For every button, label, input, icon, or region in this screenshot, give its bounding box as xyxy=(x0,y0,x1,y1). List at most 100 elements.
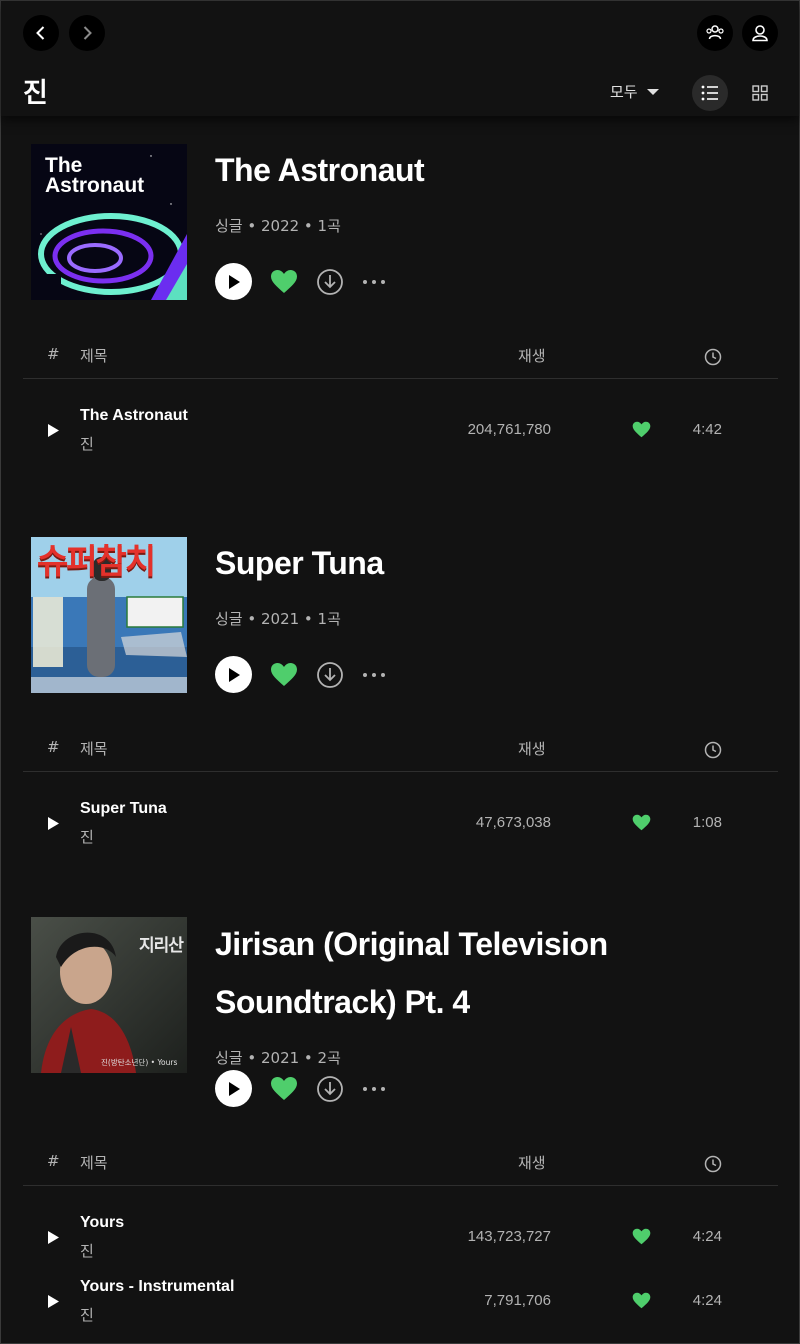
track-title[interactable]: Yours - Instrumental xyxy=(80,1278,234,1296)
list-view-button[interactable] xyxy=(692,75,728,111)
track-duration: 4:42 xyxy=(692,421,722,438)
more-icon xyxy=(363,1086,385,1091)
download-icon xyxy=(317,268,343,295)
grid-view-icon xyxy=(752,85,768,101)
track-row[interactable]: Yours - Instrumental 진 7,791,706 4:24 xyxy=(23,1272,778,1332)
column-number: # xyxy=(47,345,60,363)
track-table-header: # 제목 재생 xyxy=(23,1150,778,1186)
track-title[interactable]: Yours xyxy=(80,1214,124,1232)
grid-view-button[interactable] xyxy=(742,75,778,111)
album-cover-jirisan[interactable]: 지리산 진(방탄소년단) • Yours xyxy=(31,917,187,1073)
clock-icon xyxy=(704,348,722,366)
user-icon xyxy=(752,25,768,42)
track-row[interactable]: Yours 진 143,723,727 4:24 xyxy=(23,1208,778,1268)
album-meta: 싱글 • 2021 • 2곡 xyxy=(215,1049,341,1067)
download-icon xyxy=(317,661,343,688)
download-icon xyxy=(317,1075,343,1102)
column-number: # xyxy=(47,738,60,756)
track-plays: 204,761,780 xyxy=(467,421,551,438)
back-button[interactable] xyxy=(23,15,59,51)
track-artist[interactable]: 진 xyxy=(80,1240,94,1261)
more-icon xyxy=(363,672,385,677)
album-cover-super-tuna[interactable]: 슈퍼참치 xyxy=(31,537,187,693)
album-cover-title: 슈퍼참치 xyxy=(37,542,156,582)
track-table-header: # 제목 재생 xyxy=(23,343,778,379)
heart-icon xyxy=(271,663,297,686)
filter-dropdown[interactable]: 모두 xyxy=(610,81,660,102)
track-artist[interactable]: 진 xyxy=(80,433,94,454)
play-icon xyxy=(228,1081,240,1096)
play-icon xyxy=(228,667,240,682)
heart-icon[interactable] xyxy=(632,1292,651,1309)
clock-icon xyxy=(704,1155,722,1173)
album-cover-caption: 진(방탄소년단) • Yours xyxy=(101,1058,178,1067)
download-button[interactable] xyxy=(316,661,344,689)
album-cover-title: 지리산 xyxy=(139,936,184,956)
track-plays: 47,673,038 xyxy=(475,814,551,831)
album-controls xyxy=(215,1070,386,1107)
column-title: 제목 xyxy=(80,1154,108,1172)
top-bar: 진 모두 xyxy=(1,1,799,116)
track-duration: 4:24 xyxy=(692,1292,722,1309)
play-button[interactable] xyxy=(215,1070,252,1107)
clock-icon xyxy=(704,741,722,759)
more-options-button[interactable] xyxy=(362,1086,386,1092)
play-button[interactable] xyxy=(215,656,252,693)
heart-icon[interactable] xyxy=(632,421,651,438)
album-controls xyxy=(215,263,386,300)
chevron-right-icon xyxy=(83,26,92,40)
heart-icon[interactable] xyxy=(632,1228,651,1245)
download-button[interactable] xyxy=(316,1075,344,1103)
album-meta: 싱글 • 2021 • 1곡 xyxy=(215,610,341,628)
track-duration: 4:24 xyxy=(692,1228,722,1245)
column-plays: 재생 xyxy=(518,347,546,365)
album-title[interactable]: The Astronaut xyxy=(215,141,775,199)
column-title: 제목 xyxy=(80,347,108,365)
play-icon[interactable] xyxy=(47,1294,60,1309)
album-meta: 싱글 • 2022 • 1곡 xyxy=(215,217,341,235)
profile-button[interactable] xyxy=(742,15,778,51)
column-title: 제목 xyxy=(80,740,108,758)
play-icon[interactable] xyxy=(47,423,60,438)
album-cover-the-astronaut[interactable]: The Astronaut xyxy=(31,144,187,300)
column-number: # xyxy=(47,1152,60,1170)
forward-button[interactable] xyxy=(69,15,105,51)
heart-icon xyxy=(271,1077,297,1100)
album-title[interactable]: Super Tuna xyxy=(215,534,775,592)
chevron-left-icon xyxy=(36,26,45,40)
more-icon xyxy=(363,279,385,284)
track-artist[interactable]: 진 xyxy=(80,1304,94,1325)
track-plays: 143,723,727 xyxy=(467,1228,551,1245)
caret-down-icon xyxy=(646,88,659,95)
track-plays: 7,791,706 xyxy=(484,1292,551,1309)
album-cover-title: The Astronaut xyxy=(45,154,145,197)
download-button[interactable] xyxy=(316,268,344,296)
friend-activity-button[interactable] xyxy=(697,15,733,51)
column-plays: 재생 xyxy=(518,1154,546,1172)
column-plays: 재생 xyxy=(518,740,546,758)
play-icon[interactable] xyxy=(47,816,60,831)
heart-icon xyxy=(271,270,297,293)
play-icon xyxy=(228,274,240,289)
filter-label: 모두 xyxy=(610,83,638,101)
more-options-button[interactable] xyxy=(362,672,386,678)
album-controls xyxy=(215,656,386,693)
like-button[interactable] xyxy=(270,269,298,294)
track-row[interactable]: The Astronaut 진 204,761,780 4:42 xyxy=(23,401,778,461)
play-icon[interactable] xyxy=(47,1230,60,1245)
track-artist[interactable]: 진 xyxy=(80,826,94,847)
track-table-header: # 제목 재생 xyxy=(23,736,778,772)
more-options-button[interactable] xyxy=(362,279,386,285)
play-button[interactable] xyxy=(215,263,252,300)
like-button[interactable] xyxy=(270,1076,298,1101)
list-view-icon xyxy=(701,85,718,101)
album-title[interactable]: Jirisan (Original Television Soundtrack)… xyxy=(215,915,775,1031)
like-button[interactable] xyxy=(270,662,298,687)
track-title[interactable]: Super Tuna xyxy=(80,800,167,818)
heart-icon[interactable] xyxy=(632,814,651,831)
friends-icon xyxy=(706,25,724,40)
track-title[interactable]: The Astronaut xyxy=(80,407,188,425)
page-title: 진 xyxy=(23,78,48,109)
track-duration: 1:08 xyxy=(692,814,722,831)
track-row[interactable]: Super Tuna 진 47,673,038 1:08 xyxy=(23,794,778,854)
